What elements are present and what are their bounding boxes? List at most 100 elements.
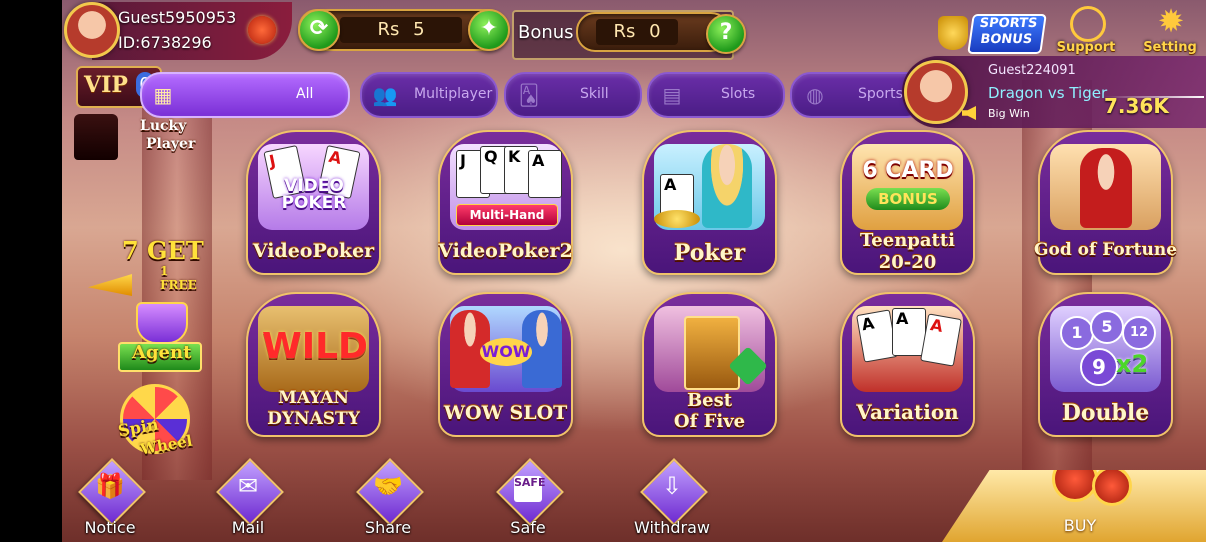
refresh-balance-button[interactable]: ⟳ bbox=[298, 9, 340, 51]
safe-label: Safe bbox=[510, 518, 546, 537]
game-name-line2: 20-20 bbox=[878, 252, 937, 273]
buy-label: BUY bbox=[1063, 516, 1097, 535]
game-name: Variation bbox=[856, 400, 959, 424]
wow-slot-art: WOW bbox=[450, 306, 562, 392]
headset-icon bbox=[1070, 6, 1106, 42]
game-god-of-fortune[interactable]: God of Fortune bbox=[1034, 130, 1177, 275]
tab-skill[interactable]: 🂡 Skill bbox=[504, 72, 642, 118]
question-icon: ? bbox=[719, 20, 733, 45]
bonus-label: Bonus bbox=[518, 22, 574, 43]
safe-icon-text: SAFE bbox=[514, 476, 545, 502]
big-win-banner: Guest224091 Dragon vs Tiger Big Win 7.36… bbox=[902, 56, 1206, 128]
withdraw-icon: ⇩ bbox=[661, 472, 683, 500]
game-videopoker2[interactable]: J Q K A Multi-Hand VideoPoker2 bbox=[438, 130, 573, 275]
tab-skill-label: Skill bbox=[580, 86, 609, 102]
playing-card: A bbox=[528, 150, 562, 198]
support-button[interactable]: Support bbox=[1054, 4, 1118, 56]
share-button[interactable]: 🤝 bbox=[356, 458, 424, 526]
balance-currency: Rs bbox=[377, 19, 400, 40]
notice-label: Notice bbox=[84, 518, 136, 537]
game-name-line1: Best bbox=[686, 390, 733, 411]
setting-label: Setting bbox=[1143, 40, 1197, 55]
game-name-line1: Teenpatti bbox=[859, 230, 956, 251]
grid-icon: ▦ bbox=[153, 83, 173, 107]
setting-button[interactable]: ✹ Setting bbox=[1138, 4, 1202, 56]
god-of-fortune-art bbox=[1050, 144, 1161, 230]
game-name: VideoPoker2 bbox=[438, 240, 573, 262]
withdraw-button[interactable]: ⇩ bbox=[640, 458, 708, 526]
game-variation[interactable]: A A A Variation bbox=[840, 292, 975, 437]
buy-button[interactable]: BUY bbox=[942, 470, 1206, 542]
crown-icon bbox=[136, 302, 188, 344]
seven-get-label: 7 GET bbox=[122, 236, 204, 265]
add-balance-button[interactable]: ✦ bbox=[468, 9, 510, 51]
teenpatti-art: 6 CARD BONUS bbox=[852, 144, 963, 230]
plus-icon: ✦ bbox=[479, 16, 499, 41]
bonus-help-button[interactable]: ? bbox=[706, 14, 746, 54]
lottery-ball: 5 bbox=[1090, 310, 1124, 344]
best-of-five-art bbox=[654, 306, 768, 392]
app-window: Guest5950953 ID:6738296 VIP 0 Rs 5 ⟳ ✦ B… bbox=[0, 0, 1206, 542]
game-videopoker[interactable]: J A VIDEO POKER VideoPoker bbox=[246, 130, 381, 275]
sports-bonus-button[interactable]: SPORTS BONUS bbox=[934, 10, 1047, 56]
playing-card: A bbox=[920, 313, 962, 367]
coin-icon bbox=[1092, 470, 1132, 506]
game-mayan-dynasty[interactable]: WILD MAYAN DYNASTY bbox=[246, 292, 381, 437]
seven-get-one-free-promo[interactable]: 7 GET 1 FREE bbox=[88, 232, 208, 302]
playing-card: A bbox=[892, 308, 926, 356]
player-avatar[interactable] bbox=[64, 2, 120, 58]
mail-icon: ✉ bbox=[237, 472, 259, 500]
multiplier-text: x2 bbox=[1116, 350, 1149, 378]
game-best-of-five[interactable]: Best Of Five bbox=[642, 292, 777, 437]
game-lobby: Guest5950953 ID:6738296 VIP 0 Rs 5 ⟳ ✦ B… bbox=[62, 0, 1206, 542]
category-tabs: ▦ All 👥 Multiplayer 🂡 Skill ▤ Slots ◍ Sp… bbox=[140, 70, 930, 118]
notice-button[interactable]: 🎁 bbox=[78, 458, 146, 526]
game-teenpatti-20-20[interactable]: 6 CARD BONUS Teenpatti 20-20 bbox=[840, 130, 975, 275]
support-label: Support bbox=[1056, 40, 1116, 55]
one-free-label: 1 FREE bbox=[160, 264, 197, 292]
withdraw-label: Withdraw bbox=[634, 518, 710, 537]
lottery-ball: 12 bbox=[1122, 316, 1156, 350]
game-poker[interactable]: A Poker bbox=[642, 130, 777, 275]
bonus-currency: Rs bbox=[613, 21, 636, 42]
lottery-ball: 1 bbox=[1060, 316, 1094, 350]
player-id: ID:6738296 bbox=[118, 33, 212, 52]
lucky-player-line1: Lucky bbox=[140, 118, 187, 134]
game-name: VideoPoker bbox=[252, 240, 375, 262]
lucky-player-line2: Player bbox=[146, 136, 196, 152]
game-name-line2: Of Five bbox=[673, 411, 746, 432]
sports-bonus-line1: SPORTS bbox=[978, 16, 1039, 31]
game-name-line1: MAYAN bbox=[278, 388, 349, 408]
videopoker-art: J A VIDEO POKER bbox=[258, 144, 369, 230]
wow-art-text: WOW bbox=[480, 338, 532, 366]
winner-avatar bbox=[904, 60, 968, 124]
sports-bonus-badge: SPORTS BONUS bbox=[967, 14, 1047, 54]
lucky-player-promo[interactable]: Lucky Player bbox=[68, 108, 196, 166]
game-wow-slot[interactable]: WOW WOW SLOT bbox=[438, 292, 573, 437]
fortune-god-character bbox=[1080, 148, 1132, 228]
agent-label: Agent bbox=[132, 342, 192, 363]
spin-wheel-promo[interactable]: Spin Wheel bbox=[106, 382, 210, 468]
tab-slots[interactable]: ▤ Slots bbox=[647, 72, 785, 118]
safe-button[interactable]: SAFE bbox=[496, 458, 564, 526]
mayan-art: WILD bbox=[258, 306, 369, 392]
vip-label: VIP bbox=[84, 72, 128, 98]
teenpatti-art-text-1: 6 CARD bbox=[862, 158, 954, 183]
game-name-line2: DYNASTY bbox=[267, 409, 360, 429]
arrow-icon bbox=[88, 274, 132, 296]
game-double[interactable]: 1 5 12 9 x2 Double bbox=[1038, 292, 1173, 437]
videopoker2-art-text: Multi-Hand bbox=[456, 204, 558, 226]
game-name: God of Fortune bbox=[1033, 240, 1178, 260]
mail-button[interactable]: ✉ bbox=[216, 458, 284, 526]
winner-game: Dragon vs Tiger bbox=[988, 84, 1108, 102]
game-name: Poker bbox=[673, 240, 746, 266]
game-name: Teenpatti 20-20 bbox=[828, 230, 987, 274]
winner-amount: 7.36K bbox=[1104, 94, 1169, 118]
agent-promo[interactable]: Agent bbox=[114, 298, 204, 378]
mail-label: Mail bbox=[231, 518, 265, 537]
tab-slots-label: Slots bbox=[721, 86, 756, 102]
poker-art: A bbox=[654, 144, 765, 230]
videopoker2-art: J Q K A Multi-Hand bbox=[450, 144, 562, 230]
top-hat-icon bbox=[74, 114, 118, 160]
tab-multiplayer[interactable]: 👥 Multiplayer bbox=[360, 72, 498, 118]
